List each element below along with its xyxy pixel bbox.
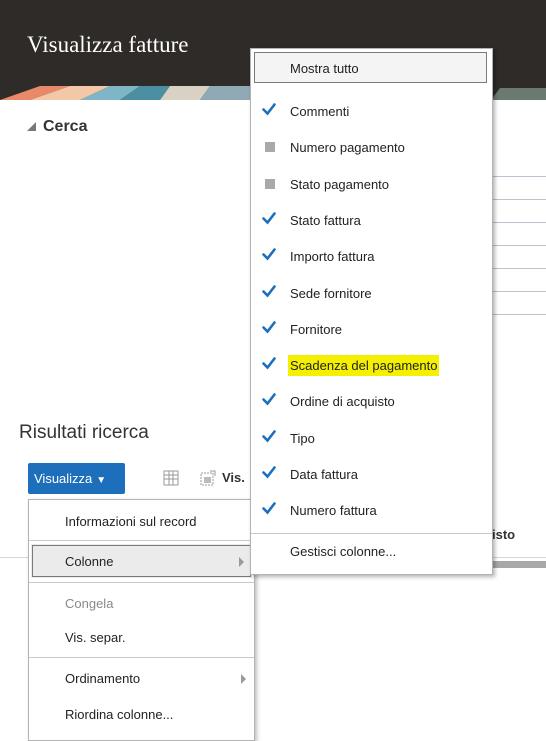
menu-item-manage-columns[interactable]: Gestisci colonne... [251,537,492,573]
collapse-triangle-icon[interactable] [27,122,36,131]
menu-item-show-all[interactable]: Mostra tutto [254,52,487,83]
column-menu-item[interactable]: Importo fattura [251,238,492,274]
submenu-arrow-icon [241,674,246,684]
column-header-partial[interactable]: isto [492,527,515,542]
search-field[interactable] [488,245,546,267]
column-menu-item[interactable]: Sede fornitore [251,275,492,311]
checkmark-icon [262,285,276,298]
column-menu-item[interactable]: Stato pagamento [251,166,492,202]
columns-submenu: Mostra tutto Commenti Numero pagamento Sta… [250,48,493,575]
menu-item-columns[interactable]: Colonne [31,544,252,578]
menu-item-label: Riordina colonne... [65,707,174,722]
menu-item-label: Tipo [290,431,315,446]
menu-item-label: Scadenza del pagamento [288,355,440,376]
menu-divider [29,657,254,658]
view-separator-truncated[interactable]: Vis. [222,470,245,485]
caret-down-icon: ▼ [96,475,107,486]
column-menu-item[interactable]: Scadenza del pagamento [251,347,492,383]
menu-item-label: Informazioni sul record [65,514,197,529]
search-field[interactable] [488,314,546,336]
menu-item-label: Congela [65,596,114,611]
checkmark-icon [262,502,276,515]
unchecked-square-icon [265,142,275,152]
column-menu-item[interactable]: Numero fattura [251,492,492,528]
results-title: Risultati ricerca [19,422,149,443]
detach-icon[interactable] [200,470,216,486]
menu-item-label: Mostra tutto [290,61,359,76]
menu-item-label: Colonne [65,554,114,569]
search-field[interactable] [488,199,546,221]
menu-divider [29,540,254,541]
menu-item-label: Stato pagamento [290,177,390,192]
menu-item-label: Data fattura [290,467,358,482]
menu-item-reorder-columns[interactable]: Riordina colonne... [29,697,254,731]
unchecked-square-icon [265,179,275,189]
menu-item-label: Ordine di acquisto [290,394,395,409]
search-section-title[interactable]: Cerca [43,118,87,136]
view-dropdown-menu: Informazioni sul record Colonne Congela … [28,499,255,741]
menu-item-label: Vis. separ. [65,630,126,645]
checkmark-icon [262,321,276,334]
view-button-label: Visualizza [34,471,93,486]
menu-item-record-info[interactable]: Informazioni sul record [29,504,254,538]
menu-item-label: Stato fattura [290,213,361,228]
menu-item-label: Fornitore [290,322,343,337]
checkmark-icon [262,466,276,479]
search-field[interactable] [488,291,546,313]
menu-item-label: Importo fattura [290,249,375,264]
checkmark-icon [262,212,276,225]
column-menu-item[interactable]: Ordine di acquisto [251,383,492,419]
search-field[interactable] [488,176,546,198]
menu-item-label: Numero pagamento [290,140,405,155]
menu-item-sort[interactable]: Ordinamento [29,661,254,695]
menu-item-label: Numero fattura [290,503,377,518]
menu-item-label: Gestisci colonne... [290,544,397,559]
menu-item-label: Sede fornitore [290,286,372,301]
checkmark-icon [262,357,276,370]
column-menu-item[interactable]: Commenti [251,93,492,129]
checkmark-icon [262,393,276,406]
menu-item-label: Commenti [290,104,350,119]
view-menu-button[interactable]: Visualizza ▼ [28,463,125,494]
search-field[interactable] [488,222,546,244]
page-title: Visualizza fatture [27,32,189,57]
menu-item-detach[interactable]: Vis. separ. [29,620,254,654]
checkmark-icon [262,248,276,261]
horizontal-scrollbar[interactable] [488,561,546,568]
menu-item-freeze: Congela [29,586,254,620]
column-menu-item[interactable]: Numero pagamento [251,129,492,165]
menu-divider [29,582,254,583]
column-menu-item[interactable]: Tipo [251,420,492,456]
column-menu-item[interactable]: Stato fattura [251,202,492,238]
search-fields-edge [488,176,546,337]
checkmark-icon [262,103,276,116]
menu-item-label: Ordinamento [65,671,141,686]
menu-divider [251,533,492,534]
checkmark-icon [262,430,276,443]
submenu-arrow-icon [239,557,244,567]
column-menu-item[interactable]: Fornitore [251,311,492,347]
column-menu-item[interactable]: Data fattura [251,456,492,492]
freeze-columns-icon[interactable] [163,470,179,486]
search-field[interactable] [488,268,546,290]
